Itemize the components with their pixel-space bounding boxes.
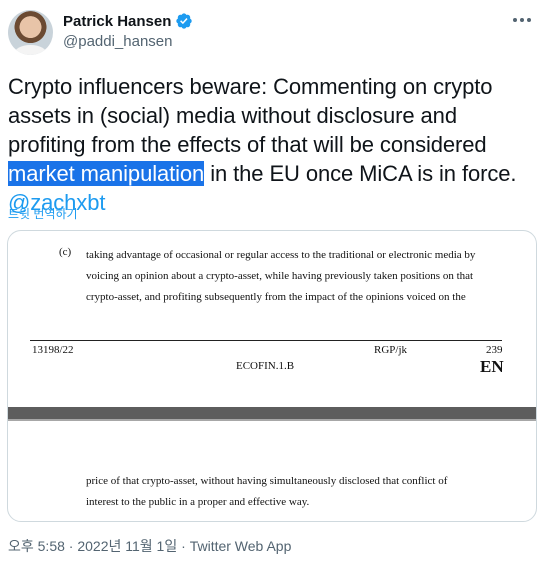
doc-line: interest to the public in a proper and e… bbox=[86, 496, 310, 508]
meta-separator: · bbox=[177, 538, 190, 554]
doc-language: EN bbox=[480, 357, 504, 376]
doc-line: price of that crypto-asset, without havi… bbox=[86, 475, 448, 487]
doc-line: voicing an opinion about a crypto-asset,… bbox=[86, 270, 474, 282]
tweet-text-part: Crypto influencers beware: Commenting on… bbox=[8, 74, 493, 157]
tweet-text: Crypto influencers beware: Commenting on… bbox=[8, 72, 538, 217]
doc-number: 13198/22 bbox=[32, 344, 74, 356]
doc-line: crypto-asset, and profiting subsequently… bbox=[86, 291, 466, 303]
user-info[interactable]: Patrick Hansen @paddi_hansen bbox=[63, 12, 193, 50]
tweet-media-image[interactable]: (c) taking advantage of occasional or re… bbox=[7, 230, 537, 522]
tweet-text-highlight: market manipulation bbox=[8, 161, 205, 186]
user-name[interactable]: Patrick Hansen bbox=[63, 13, 171, 30]
doc-initials: RGP/jk bbox=[374, 344, 408, 356]
verified-badge-icon bbox=[176, 13, 193, 29]
page-break-band bbox=[8, 407, 536, 419]
more-options-icon[interactable] bbox=[513, 18, 531, 22]
page-break-shadow bbox=[8, 419, 536, 421]
mention-link[interactable]: @zachxbt bbox=[8, 188, 538, 217]
user-handle[interactable]: @paddi_hansen bbox=[63, 33, 193, 50]
doc-item-label: (c) bbox=[59, 246, 72, 258]
user-avatar[interactable] bbox=[8, 10, 53, 55]
doc-page-number: 239 bbox=[486, 344, 503, 356]
translate-tweet-link[interactable]: 트윗 번역하기 bbox=[8, 205, 78, 222]
tweet-text-part: in the EU once MiCA is in force. bbox=[204, 161, 517, 186]
doc-department: ECOFIN.1.B bbox=[236, 360, 295, 372]
doc-footer-rule bbox=[30, 340, 502, 341]
tweet-header: Patrick Hansen @paddi_hansen bbox=[8, 8, 541, 56]
doc-line: taking advantage of occasional or regula… bbox=[86, 249, 476, 261]
tweet-timestamp[interactable]: 오후 5:58 · 2022년 11월 1일 bbox=[8, 538, 177, 554]
tweet-meta: 오후 5:58 · 2022년 11월 1일 · Twitter Web App bbox=[8, 536, 291, 556]
tweet-source[interactable]: Twitter Web App bbox=[190, 538, 292, 554]
